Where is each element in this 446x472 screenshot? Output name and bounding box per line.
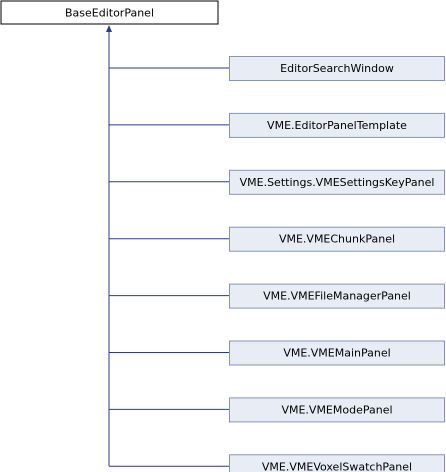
inheritance-arrowhead [106, 25, 112, 32]
derived-class-node[interactable]: VME.VMEChunkPanel [229, 226, 445, 252]
derived-class-node[interactable]: VME.EditorPanelTemplate [229, 112, 445, 138]
derived-class-label: VME.VMEVoxelSwatchPanel [262, 460, 412, 472]
base-class-label: BaseEditorPanel [65, 7, 154, 20]
derived-class-node[interactable]: VME.VMEModePanel [229, 397, 445, 423]
derived-class-label: VME.Settings.VMESettingsKeyPanel [240, 176, 435, 189]
derived-class-label: EditorSearchWindow [280, 62, 394, 75]
derived-class-node[interactable]: VME.Settings.VMESettingsKeyPanel [229, 169, 445, 195]
inheritance-edges [106, 25, 229, 467]
derived-class-label: VME.VMEModePanel [281, 403, 392, 416]
base-class-node[interactable]: BaseEditorPanel [0, 0, 219, 25]
derived-class-node[interactable]: EditorSearchWindow [229, 56, 445, 81]
inheritance-diagram: BaseEditorPanel EditorSearchWindow VME.Ed… [0, 0, 445, 472]
derived-class-label: VME.EditorPanelTemplate [267, 119, 407, 132]
derived-class-label: VME.VMEFileManagerPanel [263, 290, 411, 303]
derived-class-label: VME.VMEChunkPanel [279, 233, 395, 246]
derived-class-nodes: EditorSearchWindow VME.EditorPanelTemplat… [229, 56, 445, 472]
derived-class-node[interactable]: VME.VMEMainPanel [229, 340, 445, 366]
derived-class-node[interactable]: VME.VMEFileManagerPanel [229, 283, 445, 309]
derived-class-label: VME.VMEMainPanel [283, 347, 390, 360]
derived-class-node[interactable]: VME.VMEVoxelSwatchPanel [229, 454, 445, 472]
